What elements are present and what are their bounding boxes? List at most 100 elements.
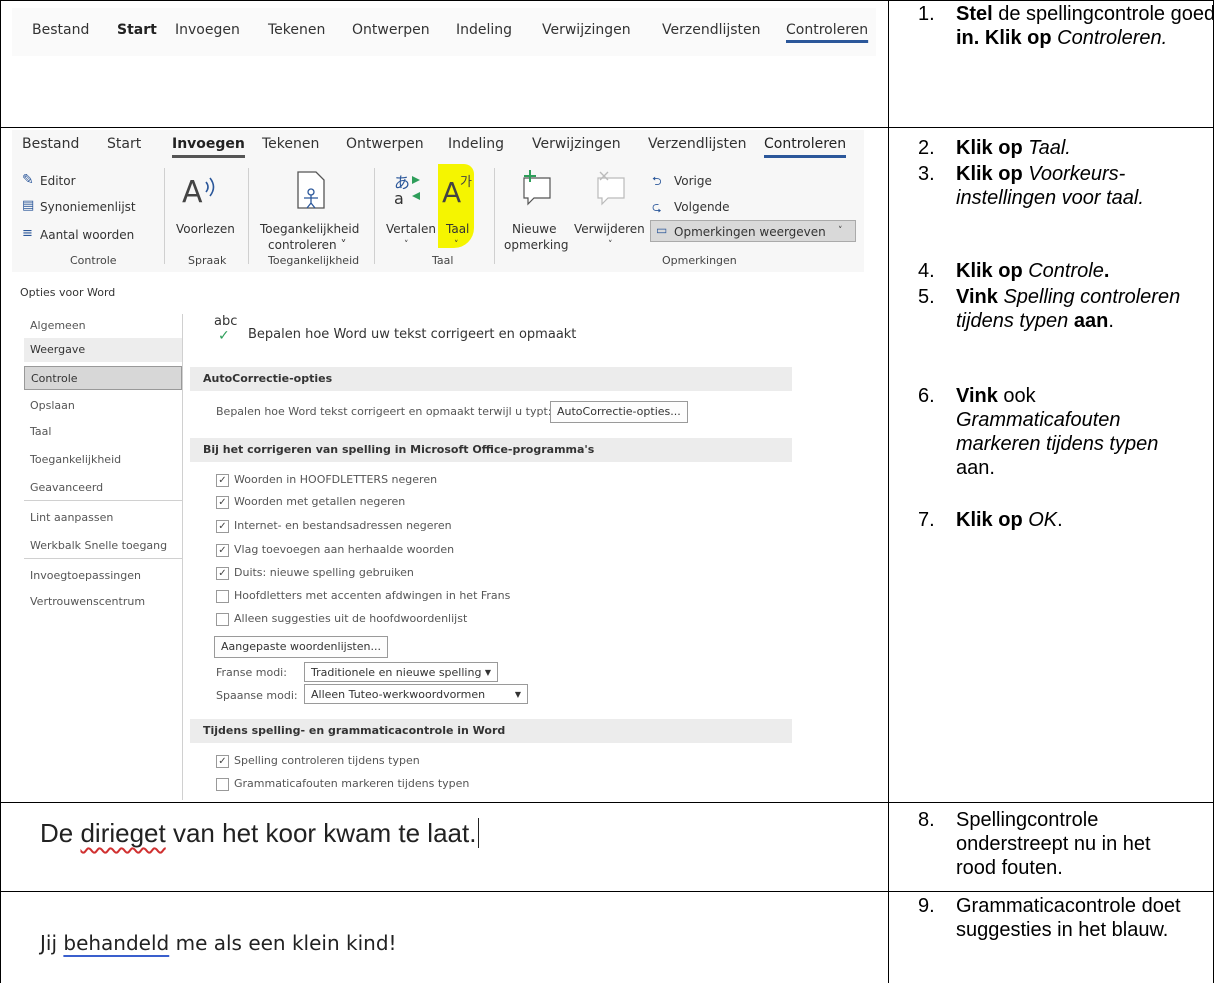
- tab-ontwerpen: Ontwerpen: [352, 22, 430, 38]
- checkbox-herhaalde-woorden[interactable]: ✓: [216, 544, 229, 557]
- translate-label: Vertalen: [386, 222, 436, 236]
- spanish-modes-value: Alleen Tuteo-werkwoordvormen: [311, 688, 486, 701]
- step-text: Vink Spelling controleren tijdens typen …: [956, 286, 1181, 332]
- checkbox-adressen[interactable]: ✓: [216, 520, 229, 533]
- synonyms-label: Synoniemenlijst: [40, 200, 136, 214]
- step-text: Klik op Voorkeurs-instellingen voor taal…: [956, 163, 1144, 209]
- text-cursor: [478, 818, 480, 848]
- spanish-modes-select[interactable]: Alleen Tuteo-werkwoordvormen ▼: [304, 684, 528, 704]
- checkbox-hoofdletters[interactable]: ✓: [216, 474, 229, 487]
- new-comment-label-2: opmerking: [504, 238, 569, 252]
- tab-ontwerpen: Ontwerpen: [346, 136, 424, 152]
- sidebar-item-lint-aanpassen[interactable]: Lint aanpassen: [24, 506, 182, 530]
- sidebar-item-taal[interactable]: Taal: [24, 420, 182, 444]
- sidebar-item-geavanceerd[interactable]: Geavanceerd: [24, 476, 182, 500]
- custom-dictionaries-button[interactable]: Aangepaste woordenlijsten...: [214, 636, 388, 658]
- next-comment-label: Volgende: [674, 200, 730, 214]
- new-comment-icon: [523, 170, 551, 206]
- group-label-opmerkingen: Opmerkingen: [662, 254, 737, 267]
- sidebar-item-controle[interactable]: Controle: [24, 366, 182, 390]
- tab-indeling: Indeling: [448, 136, 505, 152]
- step-number: 4.: [918, 260, 935, 282]
- step-text: Klik op Controle.: [956, 260, 1110, 282]
- french-modes-value: Traditionele en nieuwe spelling: [311, 666, 482, 679]
- delete-comment-icon: [597, 171, 625, 206]
- word-proofing-section-header: Tijdens spelling- en grammaticacontrole …: [190, 719, 792, 743]
- table-column-divider: [888, 0, 889, 983]
- table-row-divider: [0, 127, 1214, 128]
- tab-verwijzingen: Verwijzingen: [542, 22, 631, 38]
- french-modes-select[interactable]: Traditionele en nieuwe spelling ▼: [304, 662, 498, 682]
- dropdown-arrow-icon: ▼: [484, 668, 491, 677]
- tab-tekenen: Tekenen: [268, 22, 326, 38]
- step-number: 9.: [918, 895, 935, 917]
- checkbox-getallen[interactable]: ✓: [216, 496, 229, 509]
- sentence-text: Jij: [40, 931, 64, 955]
- svg-text:가: 가: [460, 175, 472, 190]
- sidebar-item-weergave[interactable]: Weergave: [24, 338, 182, 362]
- group-label-spraak: Spraak: [188, 254, 227, 267]
- step-text: Grammaticacontrole doet suggesties in he…: [956, 895, 1181, 941]
- checkbox-spelling-tijdens-typen[interactable]: ✓: [216, 755, 229, 768]
- tab-invoegen: Invoegen: [172, 136, 245, 158]
- proofing-header: Bepalen hoe Word uw tekst corrigeert en …: [248, 327, 577, 342]
- tab-start: Start: [117, 22, 157, 38]
- group-separator: [164, 168, 165, 264]
- sidebar-item-algemeen[interactable]: Algemeen: [24, 314, 182, 338]
- spelling-error-word: dirieget: [80, 818, 166, 848]
- step-number: 1.: [918, 3, 935, 25]
- language-chevron-icon: ˅: [454, 240, 459, 250]
- sentence-text: De: [40, 818, 81, 848]
- sidebar-item-opslaan[interactable]: Opslaan: [24, 394, 182, 418]
- previous-comment-icon: ⮌: [652, 174, 662, 188]
- checkbox-hoofdwoordenlijst[interactable]: [216, 613, 229, 626]
- translate-chevron-icon: ˅: [404, 240, 409, 250]
- svg-text:a: a: [394, 189, 404, 208]
- accessibility-label-2: controleren ˅: [268, 238, 347, 252]
- ribbon-tab-bar-screenshot: Bestand Start Invoegen Tekenen Ontwerpen…: [12, 8, 876, 56]
- sidebar-item-vertrouwenscentrum[interactable]: Vertrouwenscentrum: [24, 590, 182, 614]
- abc-label: abc: [214, 314, 238, 329]
- sidebar-divider: [24, 500, 182, 501]
- delete-chevron-icon: ˅: [608, 240, 613, 250]
- french-modes-label: Franse modi:: [216, 666, 287, 679]
- tab-bestand: Bestand: [32, 22, 90, 38]
- autocorrect-options-button[interactable]: AutoCorrectie-opties...: [550, 401, 688, 423]
- dialog-title: Opties voor Word: [20, 286, 116, 299]
- autocorrect-section-header: AutoCorrectie-opties: [190, 367, 792, 391]
- step-number: 2.: [918, 137, 935, 159]
- sidebar-divider: [24, 558, 182, 559]
- wordcount-icon: ≡: [22, 226, 33, 241]
- spanish-modes-label: Spaanse modi:: [216, 689, 298, 702]
- tab-verzendlijsten: Verzendlijsten: [662, 22, 761, 38]
- group-label-controle: Controle: [70, 254, 117, 267]
- editor-label: Editor: [40, 174, 76, 188]
- step-text: Klik op OK.: [956, 509, 1063, 531]
- table-border-top: [0, 0, 1214, 1]
- step-number: 8.: [918, 809, 935, 831]
- proofing-options-panel: abc ✓ Bepalen hoe Word uw tekst corrigee…: [190, 310, 792, 800]
- ribbon-screenshot: Bestand Start Invoegen Tekenen Ontwerpen…: [12, 130, 864, 272]
- checkbox-grammatica-tijdens-typen[interactable]: [216, 778, 229, 791]
- sidebar-item-werkbalk-snelle-toegang[interactable]: Werkbalk Snelle toegang: [24, 534, 182, 558]
- group-separator: [374, 168, 375, 264]
- checkbox-duits[interactable]: ✓: [216, 567, 229, 580]
- grammar-example-sentence: Jij behandeld me als een klein kind!: [40, 931, 397, 955]
- checkbox-frans-accenten[interactable]: [216, 590, 229, 603]
- language-label: Taal: [446, 222, 470, 236]
- sidebar-item-toegankelijkheid[interactable]: Toegankelijkheid: [24, 448, 182, 472]
- accessibility-label-1: Toegankelijkheid: [260, 222, 360, 236]
- read-aloud-icon: A: [182, 175, 215, 208]
- group-label-taal: Taal: [432, 254, 454, 267]
- sidebar-item-invoegtoepassingen[interactable]: Invoegtoepassingen: [24, 564, 182, 588]
- option-label: Vlag toevoegen aan herhaalde woorden: [234, 543, 455, 556]
- wordcount-label: Aantal woorden: [40, 228, 135, 242]
- step-number: 7.: [918, 509, 935, 531]
- tab-controleren: Controleren: [764, 136, 847, 158]
- editor-icon: ✎: [22, 172, 34, 188]
- read-aloud-label: Voorlezen: [176, 222, 235, 236]
- tab-controleren: Controleren: [786, 22, 869, 38]
- show-comments-chevron-icon: ˅: [838, 226, 843, 236]
- check-icon: ✓: [218, 328, 230, 344]
- group-separator: [248, 168, 249, 264]
